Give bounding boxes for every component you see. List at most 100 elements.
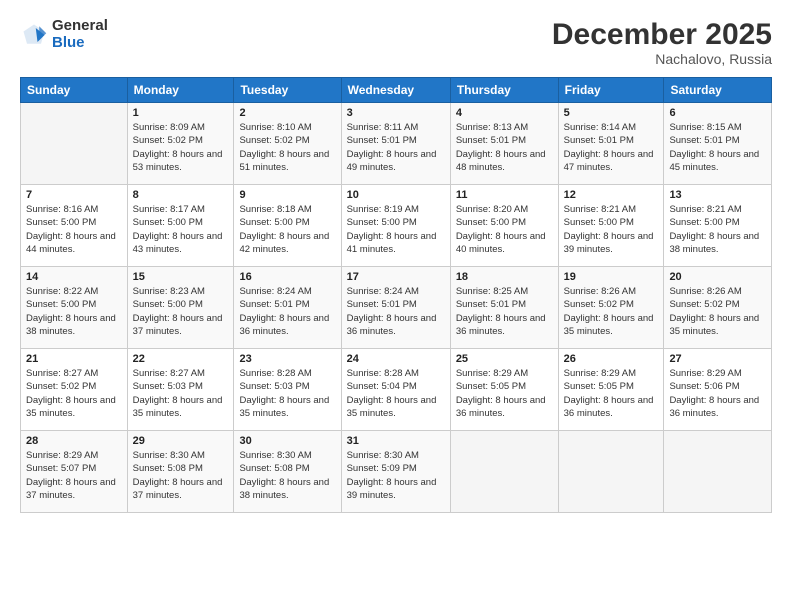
day-info: Sunrise: 8:25 AMSunset: 5:01 PMDaylight:… (456, 285, 553, 338)
table-row: 22 Sunrise: 8:27 AMSunset: 5:03 PMDayligh… (127, 349, 234, 431)
table-row: 9Sunrise: 8:18 AMSunset: 5:00 PMDaylight… (234, 185, 341, 267)
day-number: 5 (564, 107, 659, 119)
day-number: 12 (564, 189, 659, 201)
header: General Blue December 2025 Nachalovo, Ru… (20, 18, 772, 67)
table-row: 15Sunrise: 8:23 AMSunset: 5:00 PMDayligh… (127, 267, 234, 349)
calendar-week-row: 21Sunrise: 8:27 AMSunset: 5:02 PMDayligh… (21, 349, 772, 431)
logo-text: General Blue (52, 18, 108, 51)
table-row: 10 Sunrise: 8:19 AMSunset: 5:00 PMDayligh… (341, 185, 450, 267)
day-info: Sunrise: 8:27 AMSunset: 5:03 PMDaylight:… (133, 367, 229, 420)
day-info: Sunrise: 8:29 AMSunset: 5:06 PMDaylight:… (669, 367, 766, 420)
table-row: 5 Sunrise: 8:14 AMSunset: 5:01 PMDaylight… (558, 103, 664, 185)
day-number: 30 (239, 435, 335, 447)
title-block: December 2025 Nachalovo, Russia (552, 18, 772, 67)
day-number: 7 (26, 189, 122, 201)
table-row: 14Sunrise: 8:22 AMSunset: 5:00 PMDayligh… (21, 267, 128, 349)
day-number: 25 (456, 353, 553, 365)
day-number: 27 (669, 353, 766, 365)
table-row: 4 Sunrise: 8:13 AMSunset: 5:01 PMDaylight… (450, 103, 558, 185)
day-info: Sunrise: 8:30 AMSunset: 5:09 PMDaylight:… (347, 449, 445, 502)
day-number: 22 (133, 353, 229, 365)
day-number: 2 (239, 107, 335, 119)
location: Nachalovo, Russia (552, 51, 772, 67)
day-number: 17 (347, 271, 445, 283)
day-number: 23 (239, 353, 335, 365)
day-info: Sunrise: 8:14 AMSunset: 5:01 PMDaylight:… (564, 121, 659, 174)
day-number: 20 (669, 271, 766, 283)
day-info: Sunrise: 8:28 AMSunset: 5:04 PMDaylight:… (347, 367, 445, 420)
table-row (558, 431, 664, 513)
calendar-header-row: Sunday Monday Tuesday Wednesday Thursday… (21, 78, 772, 103)
table-row: 16 Sunrise: 8:24 AMSunset: 5:01 PMDayligh… (234, 267, 341, 349)
day-info: Sunrise: 8:30 AMSunset: 5:08 PMDaylight:… (239, 449, 335, 502)
table-row: 26 Sunrise: 8:29 AMSunset: 5:05 PMDayligh… (558, 349, 664, 431)
table-row: 25 Sunrise: 8:29 AMSunset: 5:05 PMDayligh… (450, 349, 558, 431)
table-row: 21Sunrise: 8:27 AMSunset: 5:02 PMDayligh… (21, 349, 128, 431)
table-row: 20 Sunrise: 8:26 AMSunset: 5:02 PMDayligh… (664, 267, 772, 349)
day-info: Sunrise: 8:30 AMSunset: 5:08 PMDaylight:… (133, 449, 229, 502)
day-number: 21 (26, 353, 122, 365)
table-row (450, 431, 558, 513)
day-info: Sunrise: 8:22 AMSunset: 5:00 PMDaylight:… (26, 285, 122, 338)
logo-blue-text: Blue (52, 35, 108, 52)
logo-general-text: General (52, 18, 108, 35)
day-info: Sunrise: 8:10 AMSunset: 5:02 PMDaylight:… (239, 121, 335, 174)
day-number: 8 (133, 189, 229, 201)
day-info: Sunrise: 8:29 AMSunset: 5:05 PMDaylight:… (456, 367, 553, 420)
header-saturday: Saturday (664, 78, 772, 103)
day-info: Sunrise: 8:17 AMSunset: 5:00 PMDaylight:… (133, 203, 229, 256)
table-row (21, 103, 128, 185)
calendar-week-row: 28 Sunrise: 8:29 AMSunset: 5:07 PMDayligh… (21, 431, 772, 513)
day-info: Sunrise: 8:21 AMSunset: 5:00 PMDaylight:… (669, 203, 766, 256)
header-tuesday: Tuesday (234, 78, 341, 103)
day-info: Sunrise: 8:15 AMSunset: 5:01 PMDaylight:… (669, 121, 766, 174)
calendar-week-row: 14Sunrise: 8:22 AMSunset: 5:00 PMDayligh… (21, 267, 772, 349)
day-number: 13 (669, 189, 766, 201)
table-row: 18Sunrise: 8:25 AMSunset: 5:01 PMDayligh… (450, 267, 558, 349)
page: General Blue December 2025 Nachalovo, Ru… (0, 0, 792, 612)
day-info: Sunrise: 8:13 AMSunset: 5:01 PMDaylight:… (456, 121, 553, 174)
day-number: 16 (239, 271, 335, 283)
table-row: 11Sunrise: 8:20 AMSunset: 5:00 PMDayligh… (450, 185, 558, 267)
day-info: Sunrise: 8:29 AMSunset: 5:07 PMDaylight:… (26, 449, 122, 502)
header-wednesday: Wednesday (341, 78, 450, 103)
day-info: Sunrise: 8:28 AMSunset: 5:03 PMDaylight:… (239, 367, 335, 420)
day-number: 3 (347, 107, 445, 119)
table-row: 17Sunrise: 8:24 AMSunset: 5:01 PMDayligh… (341, 267, 450, 349)
day-number: 31 (347, 435, 445, 447)
table-row: 7Sunrise: 8:16 AMSunset: 5:00 PMDaylight… (21, 185, 128, 267)
day-number: 26 (564, 353, 659, 365)
table-row: 29Sunrise: 8:30 AMSunset: 5:08 PMDayligh… (127, 431, 234, 513)
table-row: 23 Sunrise: 8:28 AMSunset: 5:03 PMDayligh… (234, 349, 341, 431)
header-sunday: Sunday (21, 78, 128, 103)
day-number: 10 (347, 189, 445, 201)
table-row: 19Sunrise: 8:26 AMSunset: 5:02 PMDayligh… (558, 267, 664, 349)
table-row: 30 Sunrise: 8:30 AMSunset: 5:08 PMDayligh… (234, 431, 341, 513)
header-thursday: Thursday (450, 78, 558, 103)
day-number: 6 (669, 107, 766, 119)
table-row (664, 431, 772, 513)
table-row: 3Sunrise: 8:11 AMSunset: 5:01 PMDaylight… (341, 103, 450, 185)
day-info: Sunrise: 8:21 AMSunset: 5:00 PMDaylight:… (564, 203, 659, 256)
calendar-table: Sunday Monday Tuesday Wednesday Thursday… (20, 77, 772, 513)
table-row: 28 Sunrise: 8:29 AMSunset: 5:07 PMDayligh… (21, 431, 128, 513)
day-info: Sunrise: 8:19 AMSunset: 5:00 PMDaylight:… (347, 203, 445, 256)
month-title: December 2025 (552, 18, 772, 51)
table-row: 13 Sunrise: 8:21 AMSunset: 5:00 PMDayligh… (664, 185, 772, 267)
day-info: Sunrise: 8:29 AMSunset: 5:05 PMDaylight:… (564, 367, 659, 420)
table-row: 12 Sunrise: 8:21 AMSunset: 5:00 PMDayligh… (558, 185, 664, 267)
day-number: 11 (456, 189, 553, 201)
table-row: 24Sunrise: 8:28 AMSunset: 5:04 PMDayligh… (341, 349, 450, 431)
day-number: 28 (26, 435, 122, 447)
day-number: 4 (456, 107, 553, 119)
table-row: 31 Sunrise: 8:30 AMSunset: 5:09 PMDayligh… (341, 431, 450, 513)
day-info: Sunrise: 8:26 AMSunset: 5:02 PMDaylight:… (669, 285, 766, 338)
day-info: Sunrise: 8:26 AMSunset: 5:02 PMDaylight:… (564, 285, 659, 338)
day-info: Sunrise: 8:24 AMSunset: 5:01 PMDaylight:… (239, 285, 335, 338)
day-info: Sunrise: 8:09 AMSunset: 5:02 PMDaylight:… (133, 121, 229, 174)
day-info: Sunrise: 8:23 AMSunset: 5:00 PMDaylight:… (133, 285, 229, 338)
calendar-week-row: 7Sunrise: 8:16 AMSunset: 5:00 PMDaylight… (21, 185, 772, 267)
day-number: 1 (133, 107, 229, 119)
logo: General Blue (20, 18, 108, 51)
table-row: 2 Sunrise: 8:10 AMSunset: 5:02 PMDaylight… (234, 103, 341, 185)
